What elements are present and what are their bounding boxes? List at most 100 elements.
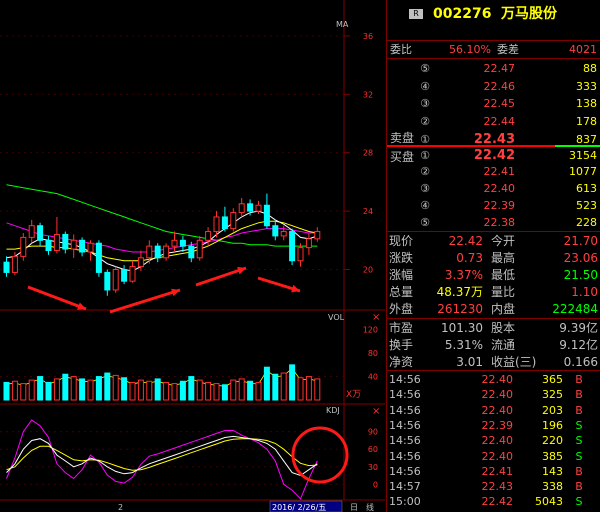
volume-bar[interactable] <box>112 374 119 401</box>
volume-bar[interactable] <box>28 379 35 401</box>
stock-chart-area[interactable]: MA 3632282420 VOL × 1208040 X万 KDJ × 906… <box>0 0 385 512</box>
candle[interactable] <box>28 219 35 244</box>
volume-bar[interactable] <box>205 381 212 401</box>
volume-bar[interactable] <box>87 379 94 401</box>
kdj-tick-label: 90 <box>368 428 378 437</box>
volume-bar[interactable] <box>11 380 18 401</box>
volume-bar[interactable] <box>196 379 203 401</box>
vol-close-icon[interactable]: × <box>372 312 380 323</box>
stat-value: 261230 <box>437 302 483 316</box>
candle[interactable] <box>163 243 170 261</box>
candle[interactable] <box>112 266 119 293</box>
candle[interactable] <box>3 256 10 277</box>
volume-bars[interactable] <box>0 364 344 401</box>
volume-bar[interactable] <box>297 377 304 401</box>
candlestick-series[interactable] <box>3 193 321 296</box>
candle[interactable] <box>20 233 27 261</box>
volume-bar[interactable] <box>79 378 86 401</box>
candle[interactable] <box>70 234 77 258</box>
candle[interactable] <box>62 231 69 254</box>
volume-bar[interactable] <box>3 381 10 401</box>
tick-flag: S <box>575 418 583 432</box>
candle[interactable] <box>196 235 203 261</box>
candle[interactable] <box>129 260 136 283</box>
volume-bar[interactable] <box>171 383 178 401</box>
tick-volume: 338 <box>542 480 563 494</box>
candle[interactable] <box>104 269 111 296</box>
volume-bar[interactable] <box>188 376 195 401</box>
candle[interactable] <box>179 235 186 252</box>
candle[interactable] <box>263 193 270 229</box>
candle[interactable] <box>37 222 44 247</box>
volume-bar[interactable] <box>213 383 220 401</box>
stat-value: 21.50 <box>563 268 598 282</box>
candle[interactable] <box>314 227 321 242</box>
fund-value: 9.39亿 <box>559 321 598 335</box>
fundamental-row: 净资 3.01 收益(三) 0.166 <box>387 355 600 369</box>
candle[interactable] <box>205 227 212 247</box>
candle[interactable] <box>121 265 128 285</box>
candle[interactable] <box>79 237 86 257</box>
volume-bar[interactable] <box>37 376 44 401</box>
volume-bar[interactable] <box>121 377 128 401</box>
volume-bar[interactable] <box>289 364 296 401</box>
tick-time: 14:57 <box>389 480 421 494</box>
volume-bar[interactable] <box>45 381 52 401</box>
volume-bar[interactable] <box>238 378 245 401</box>
stat-row: 现价 22.42 今开 21.70 <box>387 234 600 248</box>
volume-bar[interactable] <box>230 379 237 401</box>
candle[interactable] <box>45 235 52 255</box>
volume-bar[interactable] <box>255 381 262 401</box>
volume-bar[interactable] <box>305 376 312 401</box>
volume-bar[interactable] <box>62 373 69 401</box>
weibi-label: 委比 <box>390 43 412 56</box>
candle[interactable] <box>53 216 60 254</box>
candle[interactable] <box>289 228 296 266</box>
tab-line[interactable]: 线 <box>366 502 374 512</box>
fund-label: 收益(三) <box>491 355 537 369</box>
volume-bar[interactable] <box>179 380 186 401</box>
volume-bar[interactable] <box>146 380 153 401</box>
volume-bar[interactable] <box>129 381 136 401</box>
stat-label: 外盘 <box>389 302 414 316</box>
candle[interactable] <box>171 231 178 252</box>
volume-bar[interactable] <box>314 378 321 401</box>
weicha-label: 委差 <box>497 43 519 56</box>
stat-value: 48.37万 <box>436 285 483 299</box>
volume-bar[interactable] <box>104 372 111 401</box>
order-price: 22.42 <box>473 148 515 163</box>
volume-bar[interactable] <box>280 372 287 401</box>
order-price: 22.39 <box>483 199 516 212</box>
volume-bar[interactable] <box>137 379 144 401</box>
order-volume: 138 <box>576 97 597 110</box>
candle[interactable] <box>87 240 94 261</box>
kdj-close-icon[interactable]: × <box>372 406 380 417</box>
tab-daily[interactable]: 日 <box>350 503 358 512</box>
candle[interactable] <box>230 208 237 232</box>
tick-volume: 385 <box>542 449 563 463</box>
order-volume: 178 <box>576 114 597 128</box>
fund-label: 流通 <box>491 338 516 352</box>
volume-bar[interactable] <box>53 378 60 401</box>
volume-bar[interactable] <box>221 384 228 401</box>
tick-time: 14:56 <box>389 464 421 478</box>
volume-bar[interactable] <box>263 366 270 401</box>
volume-bar[interactable] <box>247 380 254 401</box>
volume-bar[interactable] <box>154 378 161 401</box>
candle[interactable] <box>154 243 161 263</box>
volume-bar[interactable] <box>95 376 102 401</box>
volume-bar[interactable] <box>163 381 170 401</box>
volume-axis-labels: 120 80 40 <box>363 326 378 382</box>
candle[interactable] <box>238 197 245 217</box>
volume-bar[interactable] <box>20 383 27 401</box>
candle[interactable] <box>305 233 312 255</box>
candle[interactable] <box>272 219 279 241</box>
candle[interactable] <box>297 243 304 267</box>
ma5-line <box>6 210 318 272</box>
candle[interactable] <box>280 225 287 241</box>
candle[interactable] <box>95 240 102 277</box>
tick-price: 22.40 <box>481 434 514 448</box>
candle[interactable] <box>221 206 228 232</box>
volume-bar[interactable] <box>272 373 279 401</box>
volume-bar[interactable] <box>70 376 77 401</box>
